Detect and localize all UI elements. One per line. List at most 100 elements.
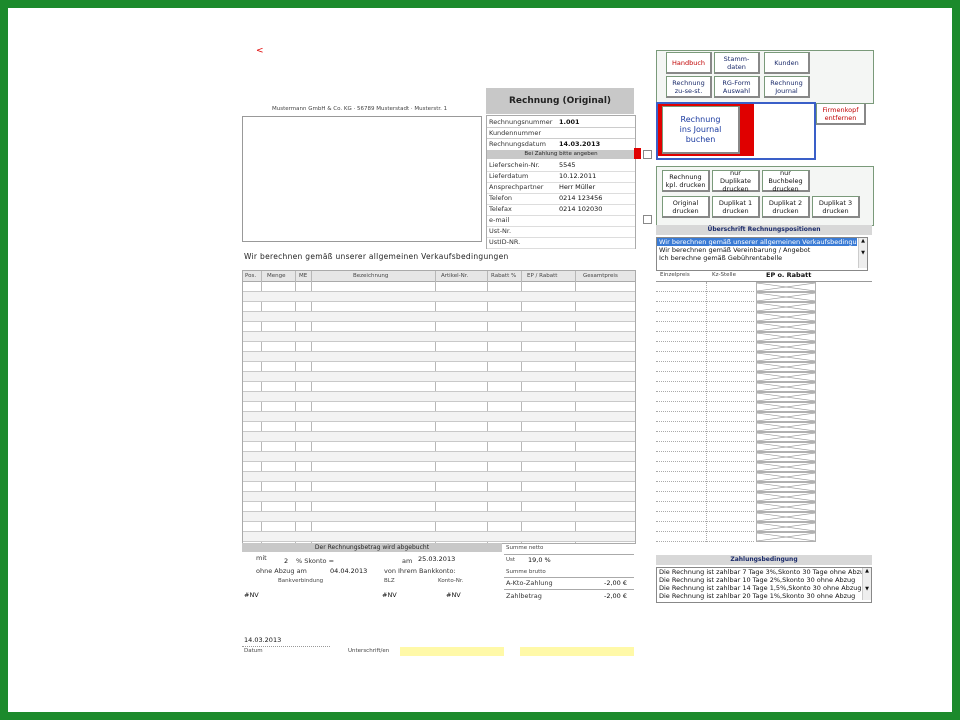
table-row[interactable] (243, 312, 635, 322)
table-row[interactable] (243, 512, 635, 522)
info-value[interactable]: 0214 123456 (559, 194, 602, 202)
print-button[interactable]: Original drucken (662, 196, 710, 218)
vat-rate[interactable]: 19,0 % (528, 556, 551, 564)
print-button[interactable]: Duplikat 2 drucken (762, 196, 810, 218)
side-row[interactable] (656, 392, 754, 402)
table-row[interactable] (243, 342, 635, 352)
side-row[interactable] (656, 512, 754, 522)
table-row[interactable] (243, 382, 635, 392)
nav-button[interactable]: Rechnung Journal (764, 76, 810, 98)
skonto-percent[interactable]: 2 (284, 557, 288, 565)
address-box[interactable] (242, 116, 482, 242)
side-row[interactable] (656, 292, 754, 302)
table-row[interactable] (243, 472, 635, 482)
list-item[interactable]: Wir berechnen gemäß Vereinbarung / Angeb… (657, 246, 857, 254)
discount-cell (756, 332, 816, 342)
list-item[interactable]: Die Rechnung ist zahlbar 20 Tage 1%,Skon… (657, 592, 863, 600)
table-row[interactable] (243, 522, 635, 532)
side-row[interactable] (656, 342, 754, 352)
side-row[interactable] (656, 472, 754, 482)
table-row[interactable] (243, 462, 635, 472)
table-row[interactable] (243, 412, 635, 422)
print-button[interactable]: Rechnung kpl. drucken (662, 170, 710, 192)
side-row[interactable] (656, 462, 754, 472)
info-value[interactable]: 0214 102030 (559, 205, 602, 213)
payment-terms-list[interactable]: Die Rechnung ist zahlbar 7 Tage 3%,Skont… (656, 567, 872, 603)
side-row[interactable] (656, 382, 754, 392)
side-row[interactable] (656, 372, 754, 382)
side-row[interactable] (656, 432, 754, 442)
print-button[interactable]: Duplikat 3 drucken (812, 196, 860, 218)
invoice-date[interactable]: 14.03.2013 (559, 140, 600, 148)
due-date[interactable]: 04.04.2013 (330, 567, 367, 575)
remove-letterhead-button[interactable]: Firmenkopf entfernen (816, 103, 866, 125)
signature-field-2[interactable] (520, 647, 634, 656)
table-row[interactable] (243, 282, 635, 292)
table-row[interactable] (243, 332, 635, 342)
list-item[interactable]: Ich berechne gemäß Gebührentabelle (657, 254, 857, 262)
side-row[interactable] (656, 412, 754, 422)
table-row[interactable] (243, 352, 635, 362)
side-row[interactable] (656, 442, 754, 452)
print-button[interactable]: Duplikat 1 drucken (712, 196, 760, 218)
table-row[interactable] (243, 302, 635, 312)
journal-book-button[interactable]: Rechnung ins Journal buchen (662, 106, 740, 154)
print-button[interactable]: nur Buchbeleg drucken (762, 169, 810, 193)
list-item[interactable]: Die Rechnung ist zahlbar 10 Tage 2%,Skon… (657, 576, 863, 584)
info-value[interactable]: Herr Müller (559, 183, 595, 191)
invoice-number[interactable]: 1.001 (559, 118, 580, 126)
table-row[interactable] (243, 322, 635, 332)
date-value[interactable]: 14.03.2013 (244, 636, 281, 644)
table-row[interactable] (243, 432, 635, 442)
table-row[interactable] (243, 422, 635, 432)
discount-cell (756, 402, 816, 412)
side-row[interactable] (656, 302, 754, 312)
list-item[interactable]: Die Rechnung ist zahlbar 7 Tage 3%,Skont… (657, 568, 863, 576)
table-row[interactable] (243, 492, 635, 502)
signature-field-1[interactable] (400, 647, 504, 656)
table-row[interactable] (243, 532, 635, 542)
side-row[interactable] (656, 452, 754, 462)
side-row[interactable] (656, 422, 754, 432)
positions-table[interactable]: Pos. Menge ME Bezeichnung Artikel-Nr. Ra… (242, 270, 636, 544)
side-row[interactable] (656, 282, 754, 292)
side-row[interactable] (656, 502, 754, 512)
checkbox[interactable] (643, 150, 652, 159)
table-row[interactable] (243, 392, 635, 402)
table-row[interactable] (243, 292, 635, 302)
info-value[interactable]: 10.12.2011 (559, 172, 596, 180)
nav-button[interactable]: Rechnung zu-se-st. (666, 76, 712, 98)
side-row[interactable] (656, 492, 754, 502)
side-row[interactable] (656, 522, 754, 532)
table-row[interactable] (243, 372, 635, 382)
advance-payment-value[interactable]: -2,00 € (604, 579, 627, 587)
table-row[interactable] (243, 452, 635, 462)
side-row[interactable] (656, 402, 754, 412)
list-scrollbar[interactable]: ▲ ▼ (858, 238, 867, 268)
table-row[interactable] (243, 442, 635, 452)
table-row[interactable] (243, 362, 635, 372)
side-row[interactable] (656, 532, 754, 542)
list-scrollbar[interactable]: ▲ ▼ (862, 568, 871, 600)
positions-heading-list[interactable]: Wir berechnen gemäß unserer allgemeinen … (656, 237, 868, 271)
side-row[interactable] (656, 362, 754, 372)
side-row[interactable] (656, 482, 754, 492)
list-item[interactable]: Wir berechnen gemäß unserer allgemeinen … (657, 238, 857, 246)
nav-button[interactable]: Stamm- daten (714, 52, 760, 74)
side-row[interactable] (656, 332, 754, 342)
table-row[interactable] (243, 482, 635, 492)
nav-button[interactable]: Kunden (764, 52, 810, 74)
list-item[interactable]: Die Rechnung ist zahlbar 14 Tage 1,5%,Sk… (657, 584, 863, 592)
print-button[interactable]: nur Duplikate drucken (712, 169, 760, 193)
skonto-date[interactable]: 25.03.2013 (418, 555, 455, 563)
side-row[interactable] (656, 352, 754, 362)
nav-button[interactable]: Handbuch (666, 52, 712, 74)
side-row[interactable] (656, 312, 754, 322)
side-row[interactable] (656, 322, 754, 332)
nav-button[interactable]: RG-Form Auswahl (714, 76, 760, 98)
info-value[interactable]: 5545 (559, 161, 576, 169)
checkbox[interactable] (643, 215, 652, 224)
table-row[interactable] (243, 402, 635, 412)
discount-cell (756, 362, 816, 372)
table-row[interactable] (243, 502, 635, 512)
